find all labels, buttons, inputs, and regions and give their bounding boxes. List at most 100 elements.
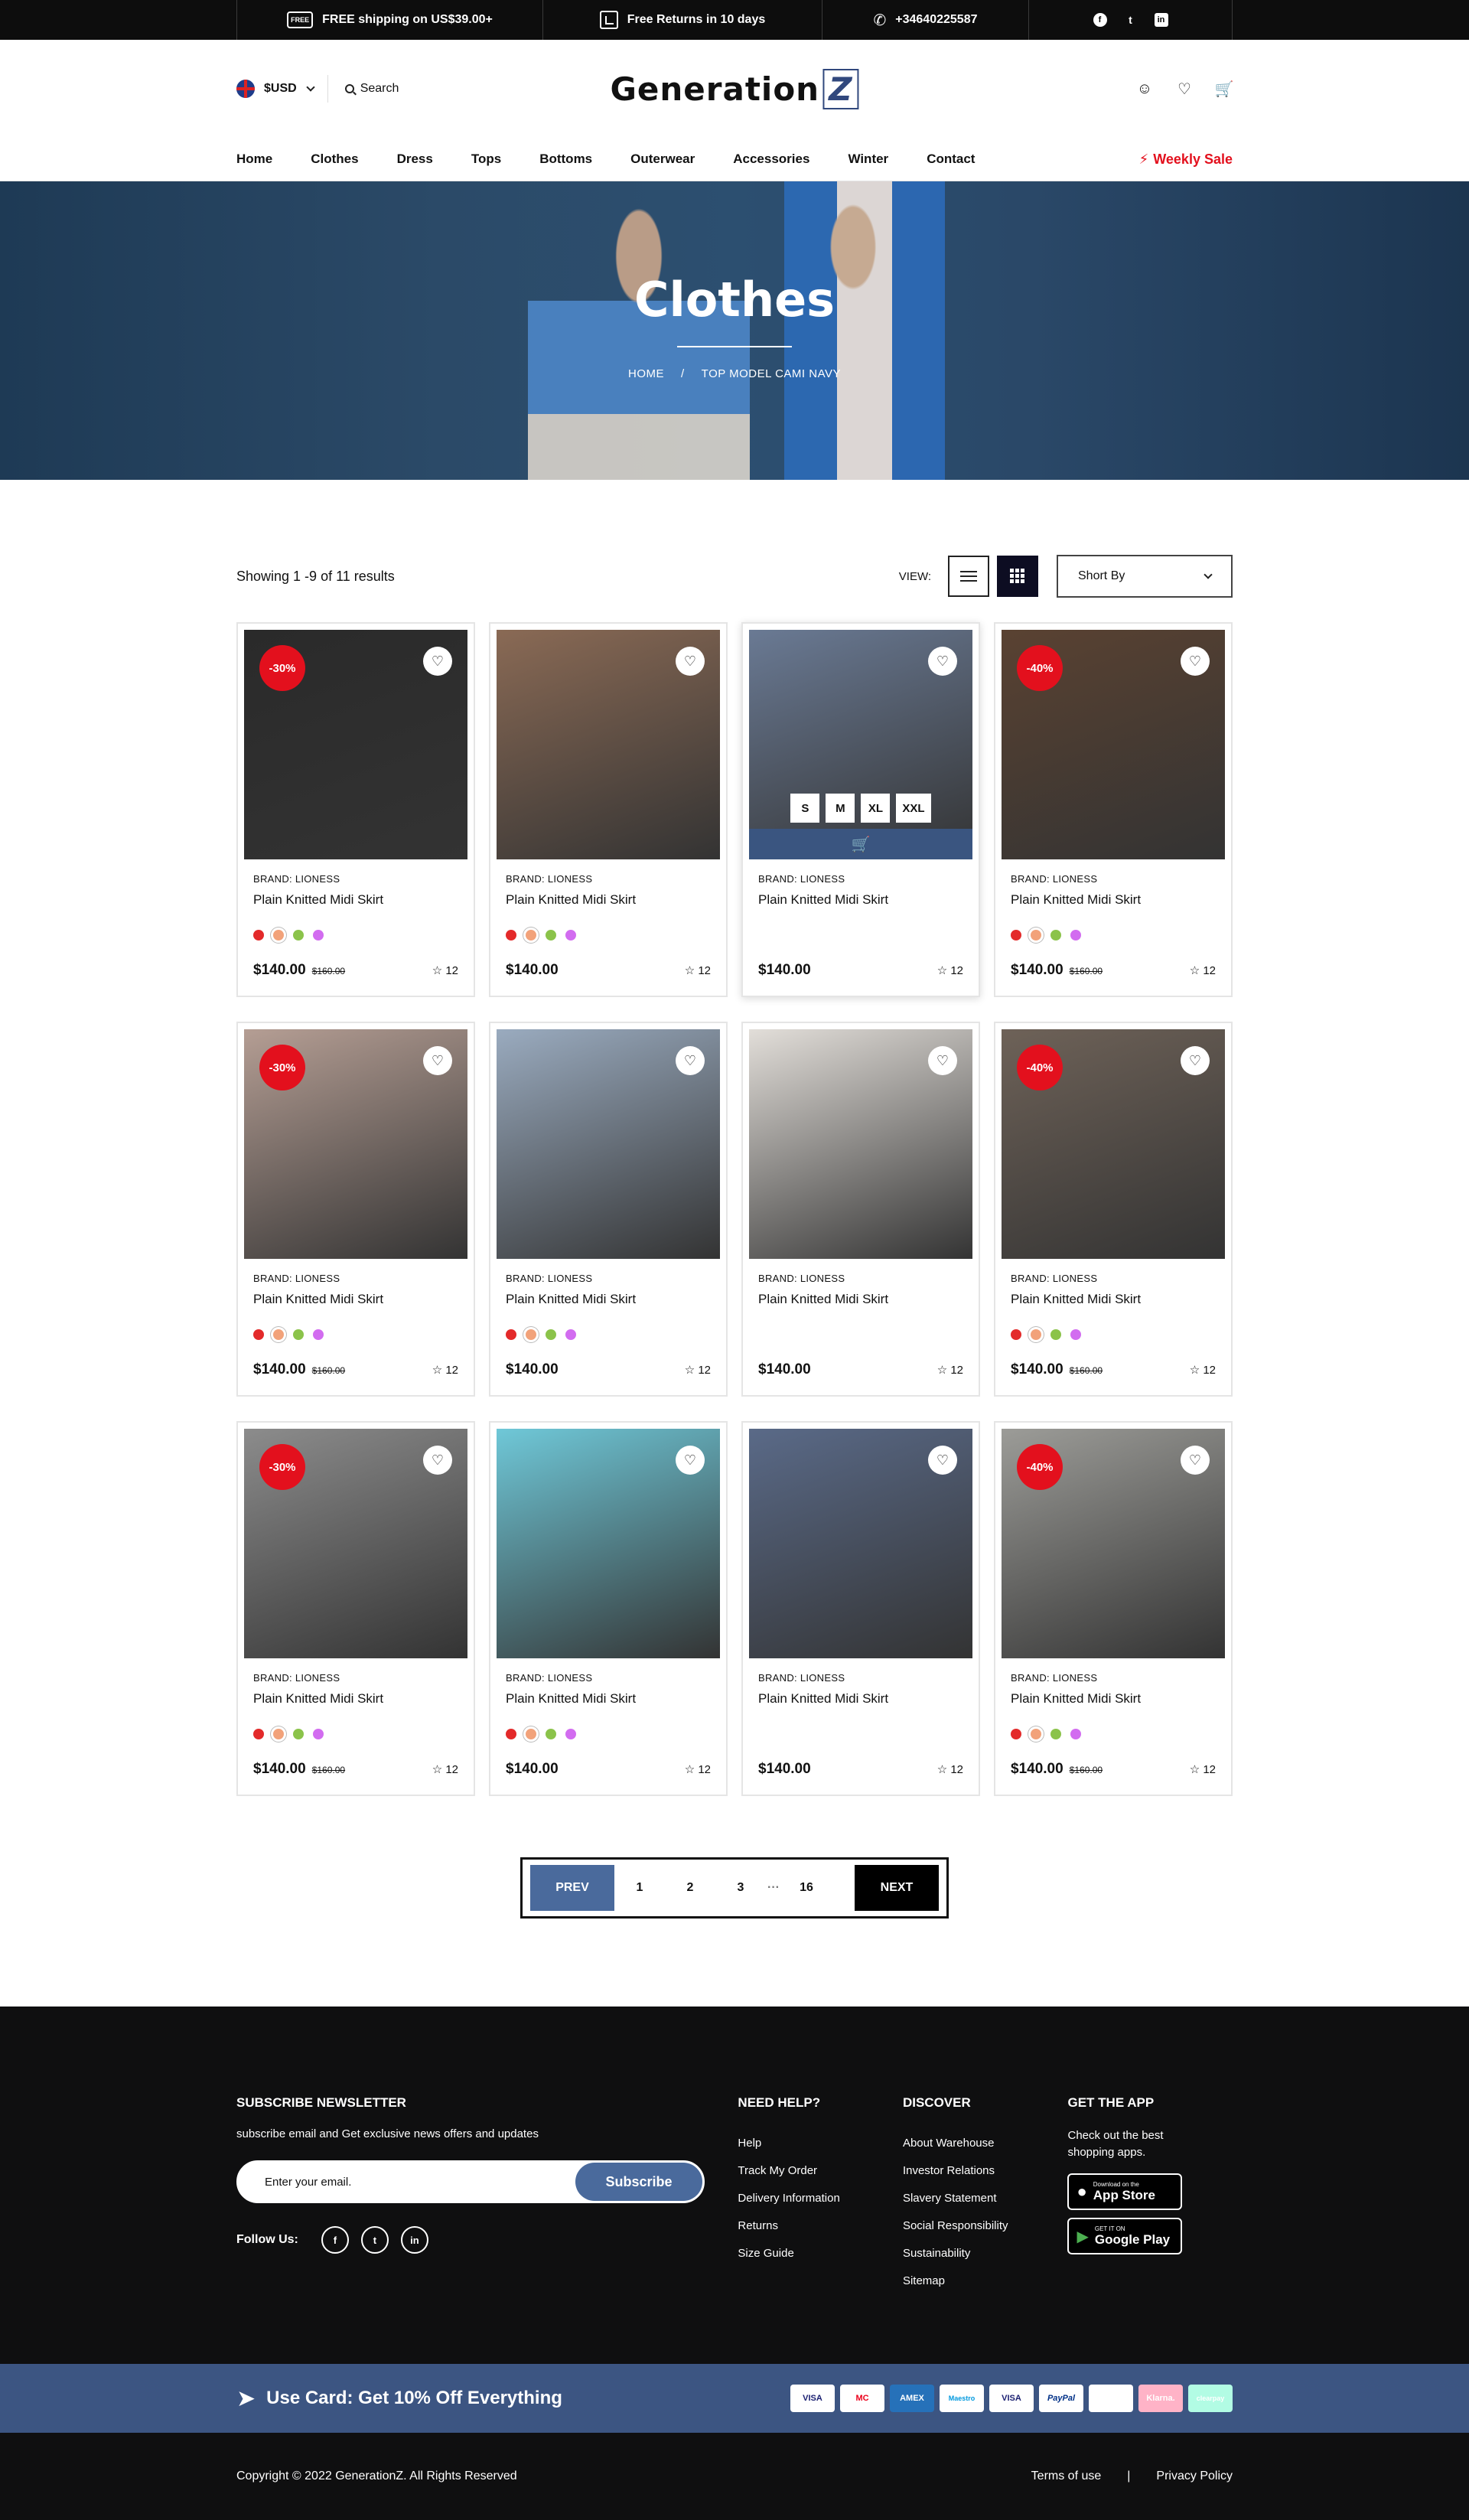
color-swatch[interactable] [565, 1329, 576, 1340]
help-link[interactable]: Help [738, 2137, 903, 2150]
product-name[interactable]: Plain Knitted Midi Skirt [758, 1691, 972, 1707]
color-swatch[interactable] [506, 1729, 516, 1739]
product-name[interactable]: Plain Knitted Midi Skirt [1011, 1292, 1225, 1307]
product-name[interactable]: Plain Knitted Midi Skirt [253, 892, 467, 908]
product-card[interactable]: ♡ BRAND: LIONESS Plain Knitted Midi Skirt $… [741, 1421, 980, 1796]
subscribe-button[interactable]: Subscribe [575, 2163, 702, 2201]
twitter-icon[interactable]: t [1124, 13, 1138, 27]
heart-icon[interactable]: ♡ [423, 647, 452, 676]
color-swatch[interactable] [1070, 1329, 1081, 1340]
page-3[interactable]: 3 [715, 1865, 766, 1911]
product-image[interactable]: ♡ S M XL XXL 🛒 [749, 630, 972, 859]
currency-selector[interactable]: $USD [264, 82, 297, 96]
product-card[interactable]: ♡ BRAND: LIONESS Plain Knitted Midi Skirt $… [489, 622, 728, 997]
color-swatch[interactable] [293, 1729, 304, 1739]
heart-icon[interactable]: ♡ [1181, 1046, 1210, 1075]
about-link[interactable]: About Warehouse [903, 2137, 1068, 2150]
product-name[interactable]: Plain Knitted Midi Skirt [253, 1292, 467, 1307]
size-option[interactable]: XXL [896, 794, 931, 823]
color-swatch[interactable] [565, 930, 576, 941]
page-16[interactable]: 16 [781, 1865, 832, 1911]
sitemap-link[interactable]: Sitemap [903, 2274, 1068, 2287]
product-image[interactable]: ♡ [497, 630, 720, 859]
color-swatch[interactable] [273, 1329, 284, 1340]
terms-link[interactable]: Terms of use [1031, 2469, 1102, 2483]
privacy-link[interactable]: Privacy Policy [1156, 2469, 1233, 2483]
facebook-icon[interactable]: f [1093, 13, 1107, 27]
add-to-cart-button[interactable]: 🛒 [749, 829, 972, 859]
page-1[interactable]: 1 [614, 1865, 665, 1911]
color-swatch[interactable] [313, 1329, 324, 1340]
product-name[interactable]: Plain Knitted Midi Skirt [506, 1292, 720, 1307]
product-card[interactable]: ♡ S M XL XXL 🛒 BRAND: LIONESS Plain Knitted Mid… [741, 622, 980, 997]
product-card[interactable]: ♡ BRAND: LIONESS Plain Knitted Midi Skirt $… [489, 1022, 728, 1397]
nav-bottoms[interactable]: Bottoms [539, 152, 592, 167]
product-card[interactable]: -30% ♡ BRAND: LIONESS Plain Knitted Midi Sk… [236, 1421, 475, 1796]
product-image[interactable]: ♡ [749, 1429, 972, 1658]
sustainability-link[interactable]: Sustainability [903, 2247, 1068, 2260]
search-input[interactable]: Search [344, 82, 399, 96]
color-swatch[interactable] [526, 930, 536, 941]
product-card[interactable]: -40% ♡ BRAND: LIONESS Plain Knitted Midi Sk… [994, 1022, 1233, 1397]
product-image[interactable]: -40% ♡ [1002, 1029, 1225, 1259]
returns-link[interactable]: Returns [738, 2219, 903, 2232]
nav-tops[interactable]: Tops [471, 152, 501, 167]
app-store-button[interactable]: ● Download on the App Store [1067, 2173, 1183, 2210]
chevron-down-icon[interactable] [306, 83, 315, 92]
product-image[interactable]: ♡ [497, 1029, 720, 1259]
linkedin-icon[interactable]: in [400, 2226, 428, 2254]
heart-icon[interactable]: ♡ [423, 1446, 452, 1475]
product-image[interactable]: ♡ [497, 1429, 720, 1658]
color-swatch[interactable] [546, 930, 556, 941]
nav-outerwear[interactable]: Outerwear [630, 152, 695, 167]
color-swatch[interactable] [273, 930, 284, 941]
weekly-sale-link[interactable]: ⚡ Weekly Sale [1139, 152, 1233, 168]
color-swatch[interactable] [1031, 930, 1041, 941]
product-name[interactable]: Plain Knitted Midi Skirt [758, 892, 972, 908]
color-swatch[interactable] [293, 1329, 304, 1340]
size-option[interactable]: S [790, 794, 820, 823]
investor-link[interactable]: Investor Relations [903, 2164, 1068, 2177]
breadcrumb-home[interactable]: HOME [628, 367, 664, 380]
page-2[interactable]: 2 [665, 1865, 715, 1911]
product-card[interactable]: -40% ♡ BRAND: LIONESS Plain Knitted Midi Sk… [994, 1421, 1233, 1796]
color-swatch[interactable] [1011, 1329, 1021, 1340]
slavery-link[interactable]: Slavery Statement [903, 2192, 1068, 2205]
product-image[interactable]: -30% ♡ [244, 630, 467, 859]
product-card[interactable]: -30% ♡ BRAND: LIONESS Plain Knitted Midi Sk… [236, 622, 475, 997]
delivery-link[interactable]: Delivery Information [738, 2192, 903, 2205]
product-image[interactable]: -40% ♡ [1002, 1429, 1225, 1658]
color-swatch[interactable] [526, 1729, 536, 1739]
color-swatch[interactable] [1031, 1729, 1041, 1739]
size-option[interactable]: XL [861, 794, 891, 823]
product-image[interactable]: -30% ♡ [244, 1429, 467, 1658]
color-swatch[interactable] [1031, 1329, 1041, 1340]
product-card[interactable]: -30% ♡ BRAND: LIONESS Plain Knitted Midi Sk… [236, 1022, 475, 1397]
heart-icon[interactable]: ♡ [1181, 1446, 1210, 1475]
size-option[interactable]: M [826, 794, 855, 823]
nav-winter[interactable]: Winter [848, 152, 888, 167]
next-page-button[interactable]: NEXT [855, 1865, 939, 1911]
color-swatch[interactable] [293, 930, 304, 941]
product-image[interactable]: -40% ♡ [1002, 630, 1225, 859]
color-swatch[interactable] [1011, 1729, 1021, 1739]
color-swatch[interactable] [313, 930, 324, 941]
color-swatch[interactable] [546, 1329, 556, 1340]
color-swatch[interactable] [1050, 1329, 1061, 1340]
heart-icon[interactable]: ♡ [928, 647, 957, 676]
color-swatch[interactable] [253, 930, 264, 941]
product-image[interactable]: ♡ [749, 1029, 972, 1259]
nav-accessories[interactable]: Accessories [733, 152, 809, 167]
nav-contact[interactable]: Contact [927, 152, 975, 167]
color-swatch[interactable] [546, 1729, 556, 1739]
color-swatch[interactable] [253, 1329, 264, 1340]
social-resp-link[interactable]: Social Responsibility [903, 2219, 1068, 2232]
grid-view-button[interactable] [997, 556, 1038, 597]
nav-clothes[interactable]: Clothes [311, 152, 358, 167]
heart-icon[interactable]: ♡ [676, 1046, 705, 1075]
heart-icon[interactable]: ♡ [1181, 647, 1210, 676]
heart-icon[interactable]: ♡ [676, 1446, 705, 1475]
heart-icon[interactable]: ♡ [928, 1046, 957, 1075]
heart-icon[interactable]: ♡ [928, 1446, 957, 1475]
linkedin-icon[interactable]: in [1154, 13, 1168, 27]
